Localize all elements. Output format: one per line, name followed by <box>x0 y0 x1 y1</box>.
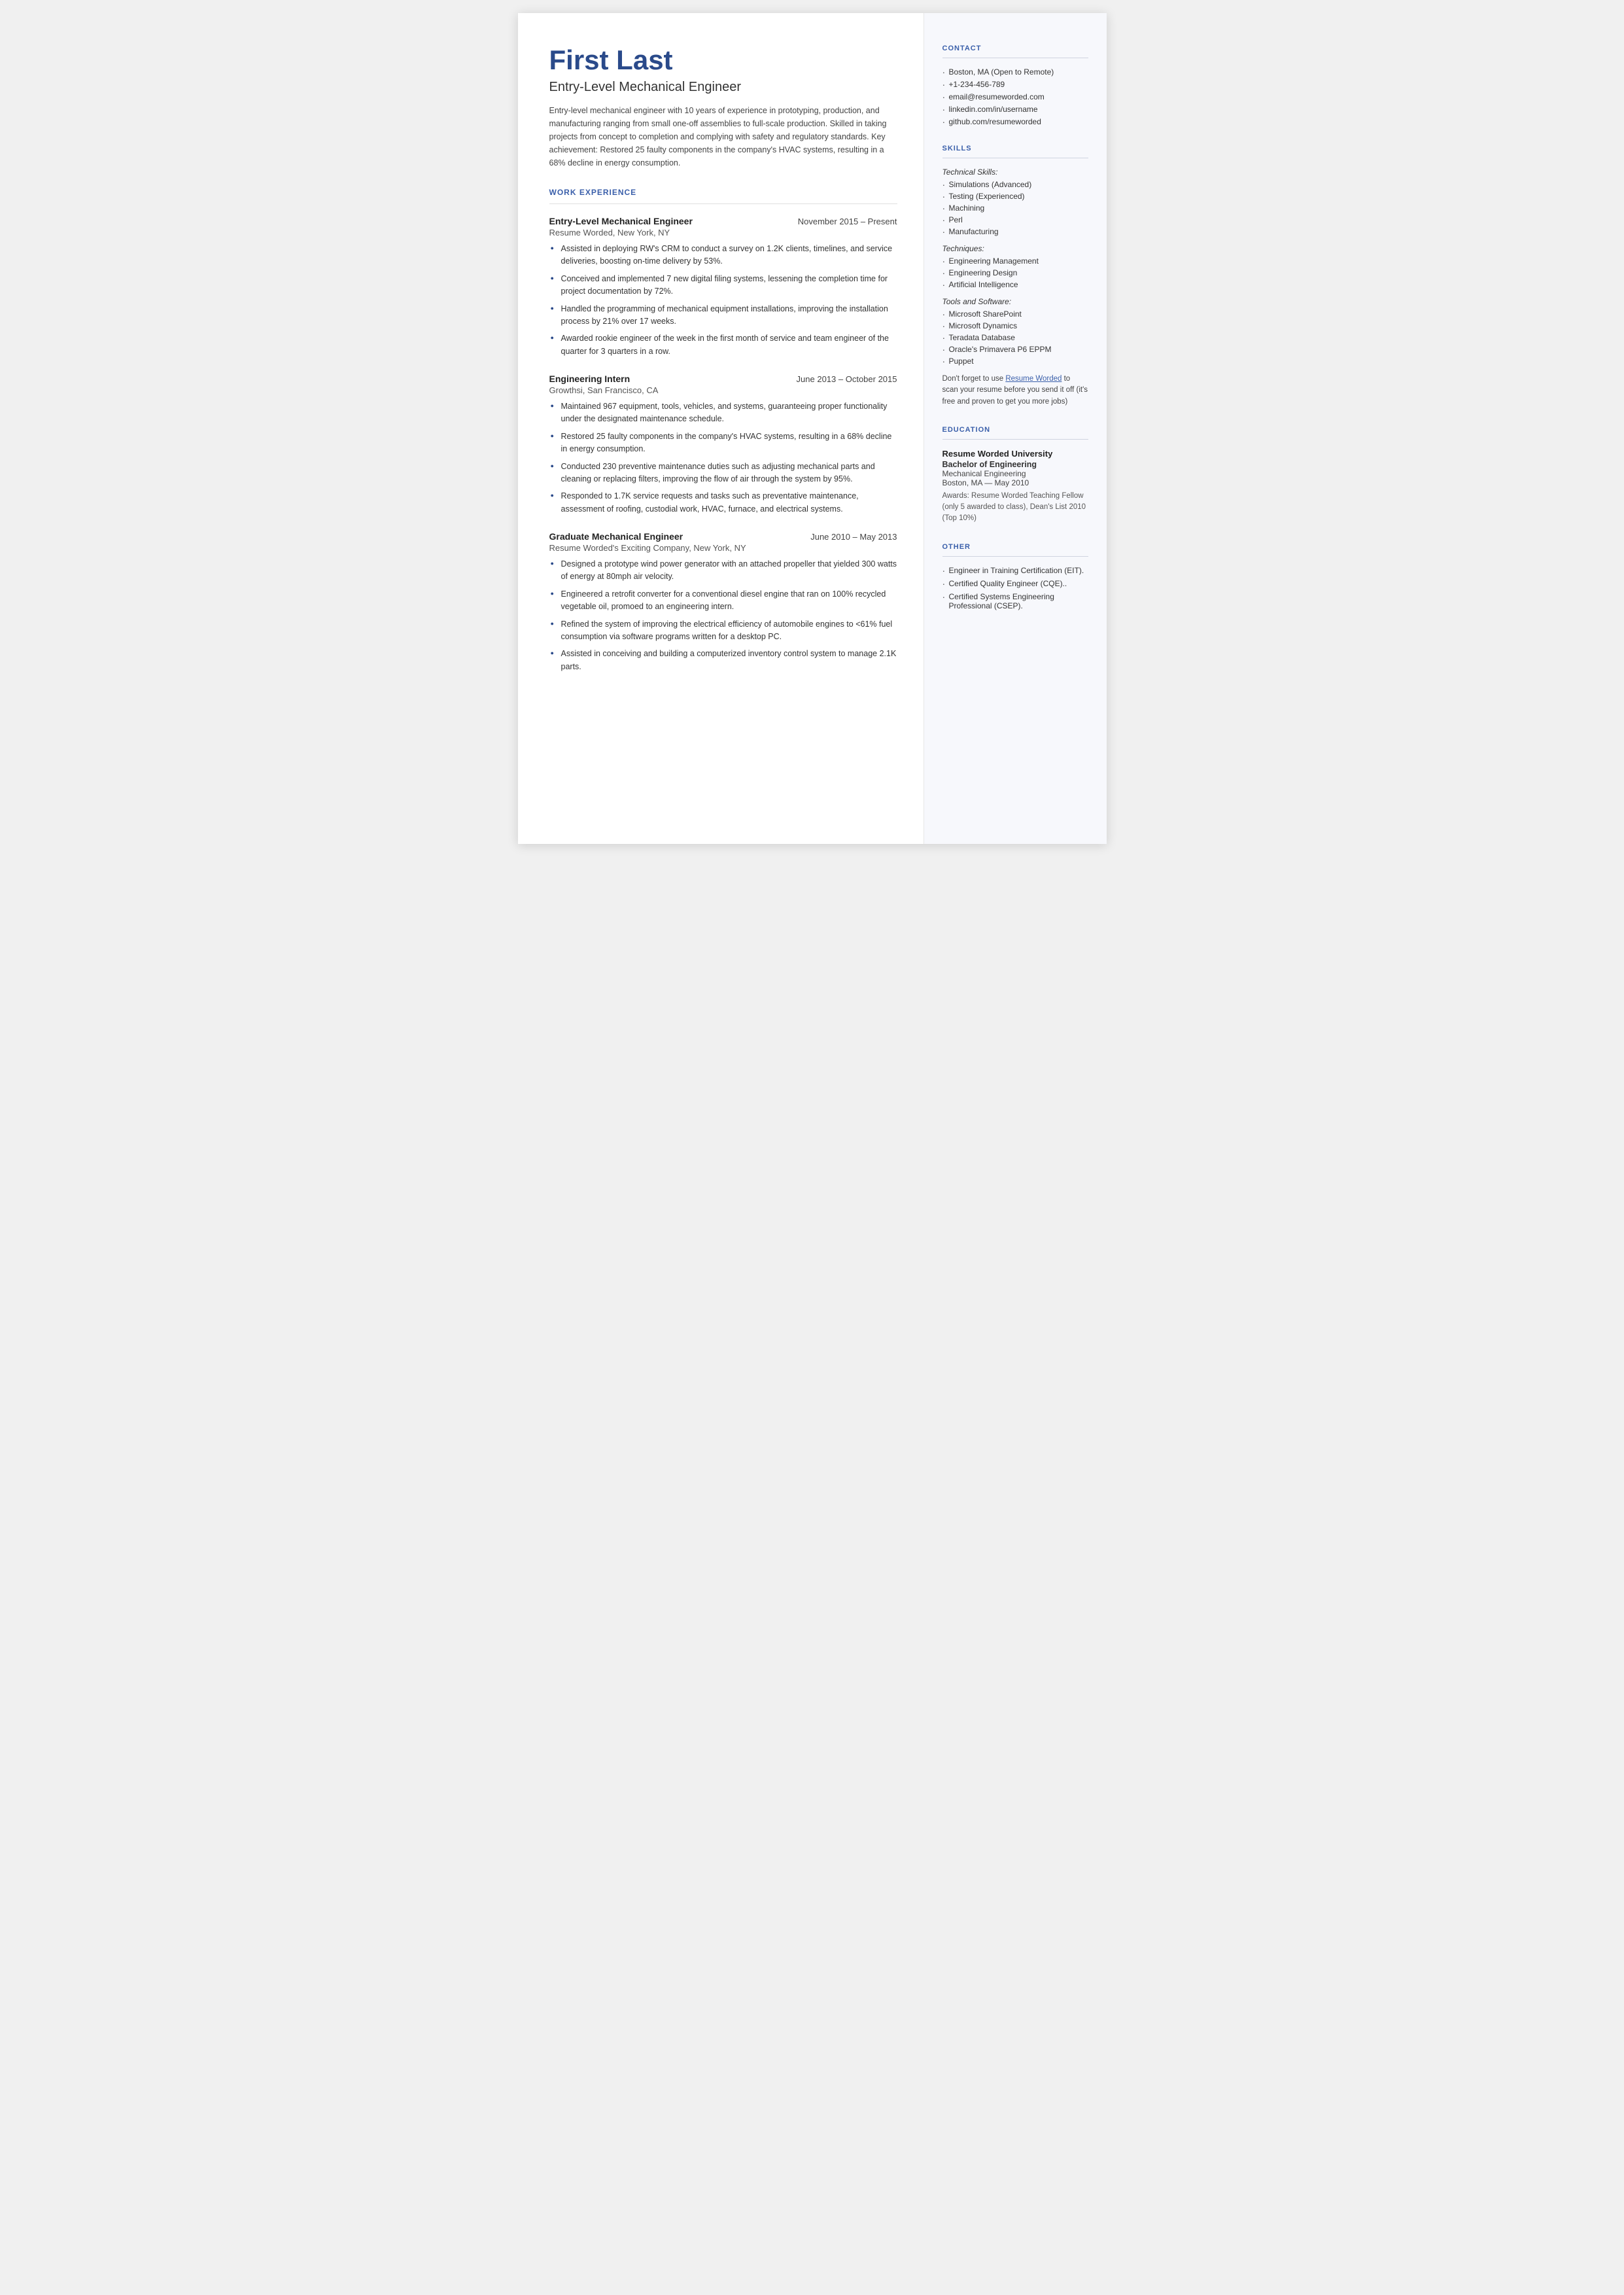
tools-list: Microsoft SharePoint Microsoft Dynamics … <box>942 309 1088 366</box>
technique-2: Artificial Intelligence <box>942 280 1088 289</box>
edu-field: Mechanical Engineering <box>942 469 1088 478</box>
technique-1: Engineering Design <box>942 268 1088 277</box>
other-list: Engineer in Training Certification (EIT)… <box>942 566 1088 610</box>
job-dates-1: November 2015 – Present <box>798 217 897 226</box>
work-experience-divider <box>549 203 897 204</box>
contact-item-1: +1-234-456-789 <box>942 80 1088 89</box>
other-section: OTHER Engineer in Training Certification… <box>942 543 1088 610</box>
work-experience-section: WORK EXPERIENCE Entry-Level Mechanical E… <box>549 188 897 673</box>
tech-skill-4: Manufacturing <box>942 227 1088 236</box>
education-header: EDUCATION <box>942 426 1088 434</box>
resume-page: First Last Entry-Level Mechanical Engine… <box>518 13 1107 844</box>
tool-4: Puppet <box>942 357 1088 366</box>
job-bullets-1: Assisted in deploying RW's CRM to conduc… <box>549 243 897 358</box>
bullet-2-2: Restored 25 faulty components in the com… <box>549 430 897 456</box>
job-company-3: Resume Worded's Exciting Company, New Yo… <box>549 543 897 553</box>
bullet-2-4: Responded to 1.7K service requests and t… <box>549 490 897 516</box>
edu-degree: Bachelor of Engineering <box>942 460 1088 469</box>
edu-awards: Awards: Resume Worded Teaching Fellow (o… <box>942 491 1088 525</box>
contact-item-3: linkedin.com/in/username <box>942 105 1088 114</box>
contact-section: CONTACT Boston, MA (Open to Remote) +1-2… <box>942 44 1088 126</box>
technique-0: Engineering Management <box>942 256 1088 266</box>
other-divider <box>942 556 1088 557</box>
contact-item-2: email@resumeworded.com <box>942 92 1088 101</box>
resume-worded-link[interactable]: Resume Worded <box>1005 375 1062 383</box>
skills-note-text: Don't forget to use <box>942 375 1006 383</box>
bullet-1-3: Handled the programming of mechanical eq… <box>549 303 897 328</box>
skills-note: Don't forget to use Resume Worded to sca… <box>942 374 1088 408</box>
edu-school: Resume Worded University <box>942 449 1088 459</box>
education-section: EDUCATION Resume Worded University Bache… <box>942 426 1088 525</box>
job-header-2: Engineering Intern June 2013 – October 2… <box>549 374 897 384</box>
bullet-3-2: Engineered a retrofit converter for a co… <box>549 588 897 614</box>
header-section: First Last Entry-Level Mechanical Engine… <box>549 44 897 169</box>
job-block-1: Entry-Level Mechanical Engineer November… <box>549 216 897 358</box>
skills-section: SKILLS Technical Skills: Simulations (Ad… <box>942 145 1088 408</box>
tech-skill-2: Machining <box>942 203 1088 213</box>
tools-label: Tools and Software: <box>942 297 1088 306</box>
tech-skill-3: Perl <box>942 215 1088 224</box>
technical-skills-label: Technical Skills: <box>942 167 1088 177</box>
other-item-0: Engineer in Training Certification (EIT)… <box>942 566 1088 575</box>
bullet-2-1: Maintained 967 equipment, tools, vehicle… <box>549 400 897 426</box>
candidate-name: First Last <box>549 44 897 76</box>
bullet-3-1: Designed a prototype wind power generato… <box>549 558 897 584</box>
tool-1: Microsoft Dynamics <box>942 321 1088 330</box>
bullet-1-4: Awarded rookie engineer of the week in t… <box>549 332 897 358</box>
job-block-2: Engineering Intern June 2013 – October 2… <box>549 374 897 516</box>
contact-header: CONTACT <box>942 44 1088 52</box>
bullet-3-4: Assisted in conceiving and building a co… <box>549 648 897 673</box>
other-item-2: Certified Systems Engineering Profession… <box>942 592 1088 610</box>
job-dates-3: June 2010 – May 2013 <box>810 532 897 542</box>
skills-header: SKILLS <box>942 145 1088 152</box>
tool-0: Microsoft SharePoint <box>942 309 1088 319</box>
tool-3: Oracle's Primavera P6 EPPM <box>942 345 1088 354</box>
job-dates-2: June 2013 – October 2015 <box>797 374 897 384</box>
job-bullets-3: Designed a prototype wind power generato… <box>549 558 897 673</box>
job-block-3: Graduate Mechanical Engineer June 2010 –… <box>549 531 897 673</box>
tech-skill-1: Testing (Experienced) <box>942 192 1088 201</box>
job-title-1: Entry-Level Mechanical Engineer <box>549 216 693 226</box>
job-title-2: Engineering Intern <box>549 374 631 384</box>
tool-2: Teradata Database <box>942 333 1088 342</box>
right-column: CONTACT Boston, MA (Open to Remote) +1-2… <box>924 13 1107 844</box>
bullet-2-3: Conducted 230 preventive maintenance dut… <box>549 461 897 486</box>
job-header-3: Graduate Mechanical Engineer June 2010 –… <box>549 531 897 542</box>
techniques-list: Engineering Management Engineering Desig… <box>942 256 1088 289</box>
candidate-title: Entry-Level Mechanical Engineer <box>549 80 897 95</box>
contact-item-0: Boston, MA (Open to Remote) <box>942 67 1088 77</box>
work-experience-header: WORK EXPERIENCE <box>549 188 897 197</box>
tech-skill-0: Simulations (Advanced) <box>942 180 1088 189</box>
candidate-summary: Entry-level mechanical engineer with 10 … <box>549 104 897 169</box>
education-divider <box>942 439 1088 440</box>
job-header-1: Entry-Level Mechanical Engineer November… <box>549 216 897 226</box>
left-column: First Last Entry-Level Mechanical Engine… <box>518 13 924 844</box>
job-company-2: Growthsi, San Francisco, CA <box>549 385 897 395</box>
bullet-1-2: Conceived and implemented 7 new digital … <box>549 273 897 298</box>
other-item-1: Certified Quality Engineer (CQE).. <box>942 579 1088 588</box>
contact-list: Boston, MA (Open to Remote) +1-234-456-7… <box>942 67 1088 126</box>
bullet-1-1: Assisted in deploying RW's CRM to conduc… <box>549 243 897 268</box>
edu-date: Boston, MA — May 2010 <box>942 478 1088 487</box>
job-bullets-2: Maintained 967 equipment, tools, vehicle… <box>549 400 897 516</box>
job-title-3: Graduate Mechanical Engineer <box>549 531 683 542</box>
techniques-label: Techniques: <box>942 244 1088 253</box>
other-header: OTHER <box>942 543 1088 551</box>
bullet-3-3: Refined the system of improving the elec… <box>549 618 897 644</box>
job-company-1: Resume Worded, New York, NY <box>549 228 897 237</box>
technical-skills-list: Simulations (Advanced) Testing (Experien… <box>942 180 1088 236</box>
contact-item-4: github.com/resumeworded <box>942 117 1088 126</box>
